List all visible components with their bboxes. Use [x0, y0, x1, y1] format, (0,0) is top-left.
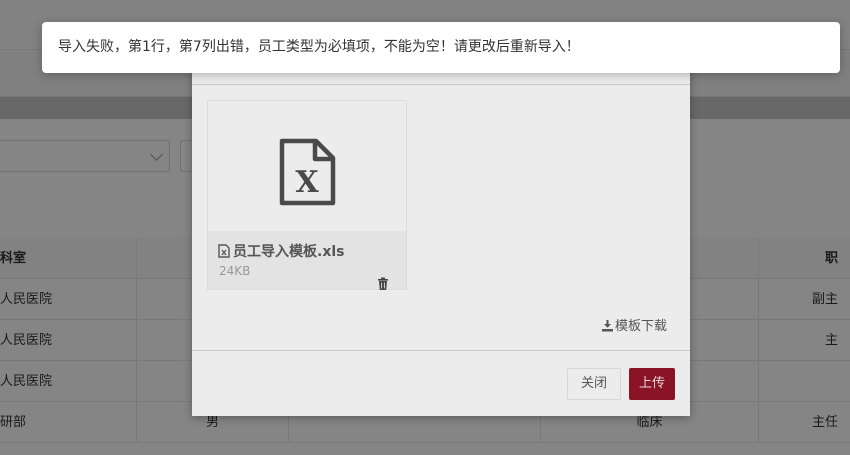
upload-button[interactable]: 上传 — [629, 368, 675, 400]
import-modal: X 员工导入模板.xls 24KB 模板下载 关闭 上传 — [192, 40, 690, 416]
file-name: 员工导入模板.xls — [233, 244, 345, 260]
toast-message: 导入失败，第1行，第7列出错，员工类型为必填项，不能为空！请更改后重新导入！ — [58, 39, 580, 55]
modal-footer: 关闭 上传 — [192, 350, 690, 416]
file-thumbnail: X — [208, 101, 406, 231]
uploaded-file-card: X 员工导入模板.xls 24KB — [207, 100, 407, 290]
close-button[interactable]: 关闭 — [567, 368, 621, 400]
file-icon — [218, 244, 230, 258]
modal-body: X 员工导入模板.xls 24KB 模板下载 — [192, 85, 690, 350]
file-size: 24KB — [219, 264, 251, 278]
download-icon — [601, 320, 613, 332]
template-download-link[interactable]: 模板下载 — [601, 315, 667, 334]
trash-icon[interactable] — [376, 277, 390, 291]
file-info: 员工导入模板.xls 24KB — [208, 231, 406, 291]
excel-file-icon: X — [279, 138, 336, 206]
svg-text:X: X — [295, 165, 319, 200]
error-toast: 导入失败，第1行，第7列出错，员工类型为必填项，不能为空！请更改后重新导入！ — [42, 22, 840, 73]
